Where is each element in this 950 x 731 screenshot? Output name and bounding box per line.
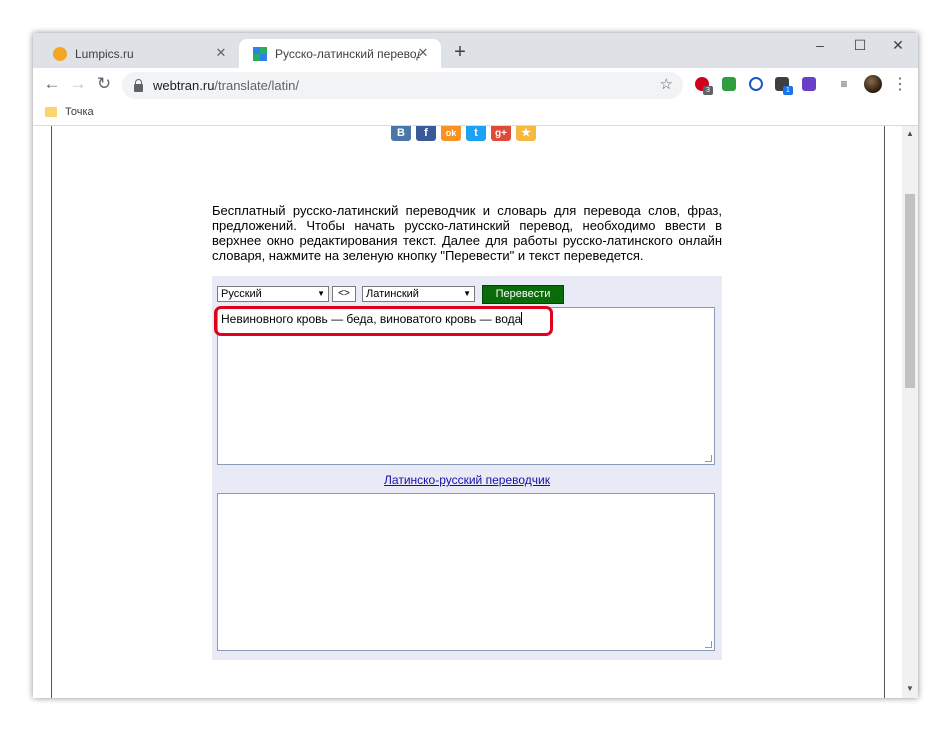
chevron-down-icon: ▼ (317, 289, 325, 298)
tab-close-icon[interactable]: ✕ (213, 45, 229, 61)
translate-button[interactable]: Перевести (482, 285, 564, 304)
favorite-star-icon[interactable]: ★ (516, 126, 536, 141)
target-language-value: Латинский (366, 288, 419, 300)
scroll-down-icon[interactable]: ▼ (902, 684, 918, 693)
page-description: Бесплатный русско-латинский переводчик и… (212, 203, 722, 263)
tab-label: Русско-латинский переводчик с (275, 46, 420, 61)
vk-share-icon[interactable]: B (391, 126, 411, 141)
browser-toolbar: ← → ↻ webtran.ru/translate/latin/ ☆ 3 1 … (33, 68, 918, 103)
bookmark-folder-tochka[interactable]: Точка (65, 106, 94, 118)
lumpics-favicon-icon (53, 46, 67, 61)
url-text[interactable]: webtran.ru/translate/latin/ (153, 78, 299, 93)
extension-badge: 1 (783, 86, 793, 95)
media-queue-icon[interactable]: ≡ (837, 77, 851, 91)
globe-extension-icon[interactable] (749, 77, 763, 91)
lock-icon[interactable] (134, 78, 143, 92)
google-plus-share-icon[interactable]: g+ (491, 126, 511, 141)
result-text-area[interactable] (217, 493, 715, 651)
tab-close-icon[interactable]: ✕ (415, 45, 431, 61)
music-extension-icon[interactable] (722, 77, 736, 91)
tab-webtran[interactable]: Русско-латинский переводчик с ✕ (239, 39, 441, 68)
reload-button[interactable]: ↻ (93, 74, 115, 94)
target-language-select[interactable]: Латинский ▼ (362, 286, 475, 302)
forward-button[interactable]: → (67, 74, 89, 94)
address-bar[interactable]: webtran.ru/translate/latin/ ☆ (122, 72, 683, 99)
bookmarks-bar: Точка (33, 103, 918, 126)
tab-strip: Lumpics.ru ✕ Русско-латинский переводчик… (33, 33, 918, 68)
tab-lumpics[interactable]: Lumpics.ru ✕ (39, 39, 239, 68)
page-border-left (51, 126, 52, 698)
chevron-down-icon: ▼ (463, 289, 471, 298)
twitter-share-icon[interactable]: t (466, 126, 486, 141)
scroll-up-icon[interactable]: ▲ (902, 129, 918, 138)
close-window-button[interactable]: ✕ (883, 37, 913, 54)
minimize-button[interactable]: – (805, 37, 835, 53)
webtran-favicon-icon (253, 46, 267, 61)
url-host: webtran.ru (153, 78, 215, 93)
back-button[interactable]: ← (41, 74, 63, 94)
page-viewport: B f ok t g+ ★ Бесплатный русско-латински… (33, 126, 918, 698)
browser-window: Lumpics.ru ✕ Русско-латинский переводчик… (33, 33, 918, 698)
source-language-select[interactable]: Русский ▼ (217, 286, 329, 302)
source-language-value: Русский (221, 288, 262, 300)
extension-badge: 3 (703, 86, 713, 95)
new-tab-button[interactable]: + (449, 41, 471, 64)
vertical-scrollbar[interactable]: ▲ ▼ (902, 126, 918, 698)
maximize-button[interactable]: ☐ (845, 37, 875, 54)
resize-handle-icon[interactable] (705, 641, 712, 648)
bookmark-star-icon[interactable]: ☆ (660, 75, 673, 93)
browser-menu-icon[interactable]: ⋮ (892, 74, 908, 94)
facebook-share-icon[interactable]: f (416, 126, 436, 141)
highlight-annotation (214, 306, 553, 336)
latin-russian-link[interactable]: Латинско-русский переводчик (212, 473, 722, 487)
puzzle-extension-icon[interactable] (802, 77, 816, 91)
scrollbar-thumb[interactable] (905, 194, 915, 388)
folder-icon[interactable] (45, 107, 57, 117)
url-path: /translate/latin/ (214, 78, 299, 93)
swap-languages-button[interactable]: <> (332, 286, 356, 302)
page-border-right (884, 126, 885, 698)
profile-avatar[interactable] (864, 75, 882, 93)
odnoklassniki-share-icon[interactable]: ok (441, 126, 461, 141)
resize-handle-icon[interactable] (705, 455, 712, 462)
tab-label: Lumpics.ru (75, 46, 134, 61)
